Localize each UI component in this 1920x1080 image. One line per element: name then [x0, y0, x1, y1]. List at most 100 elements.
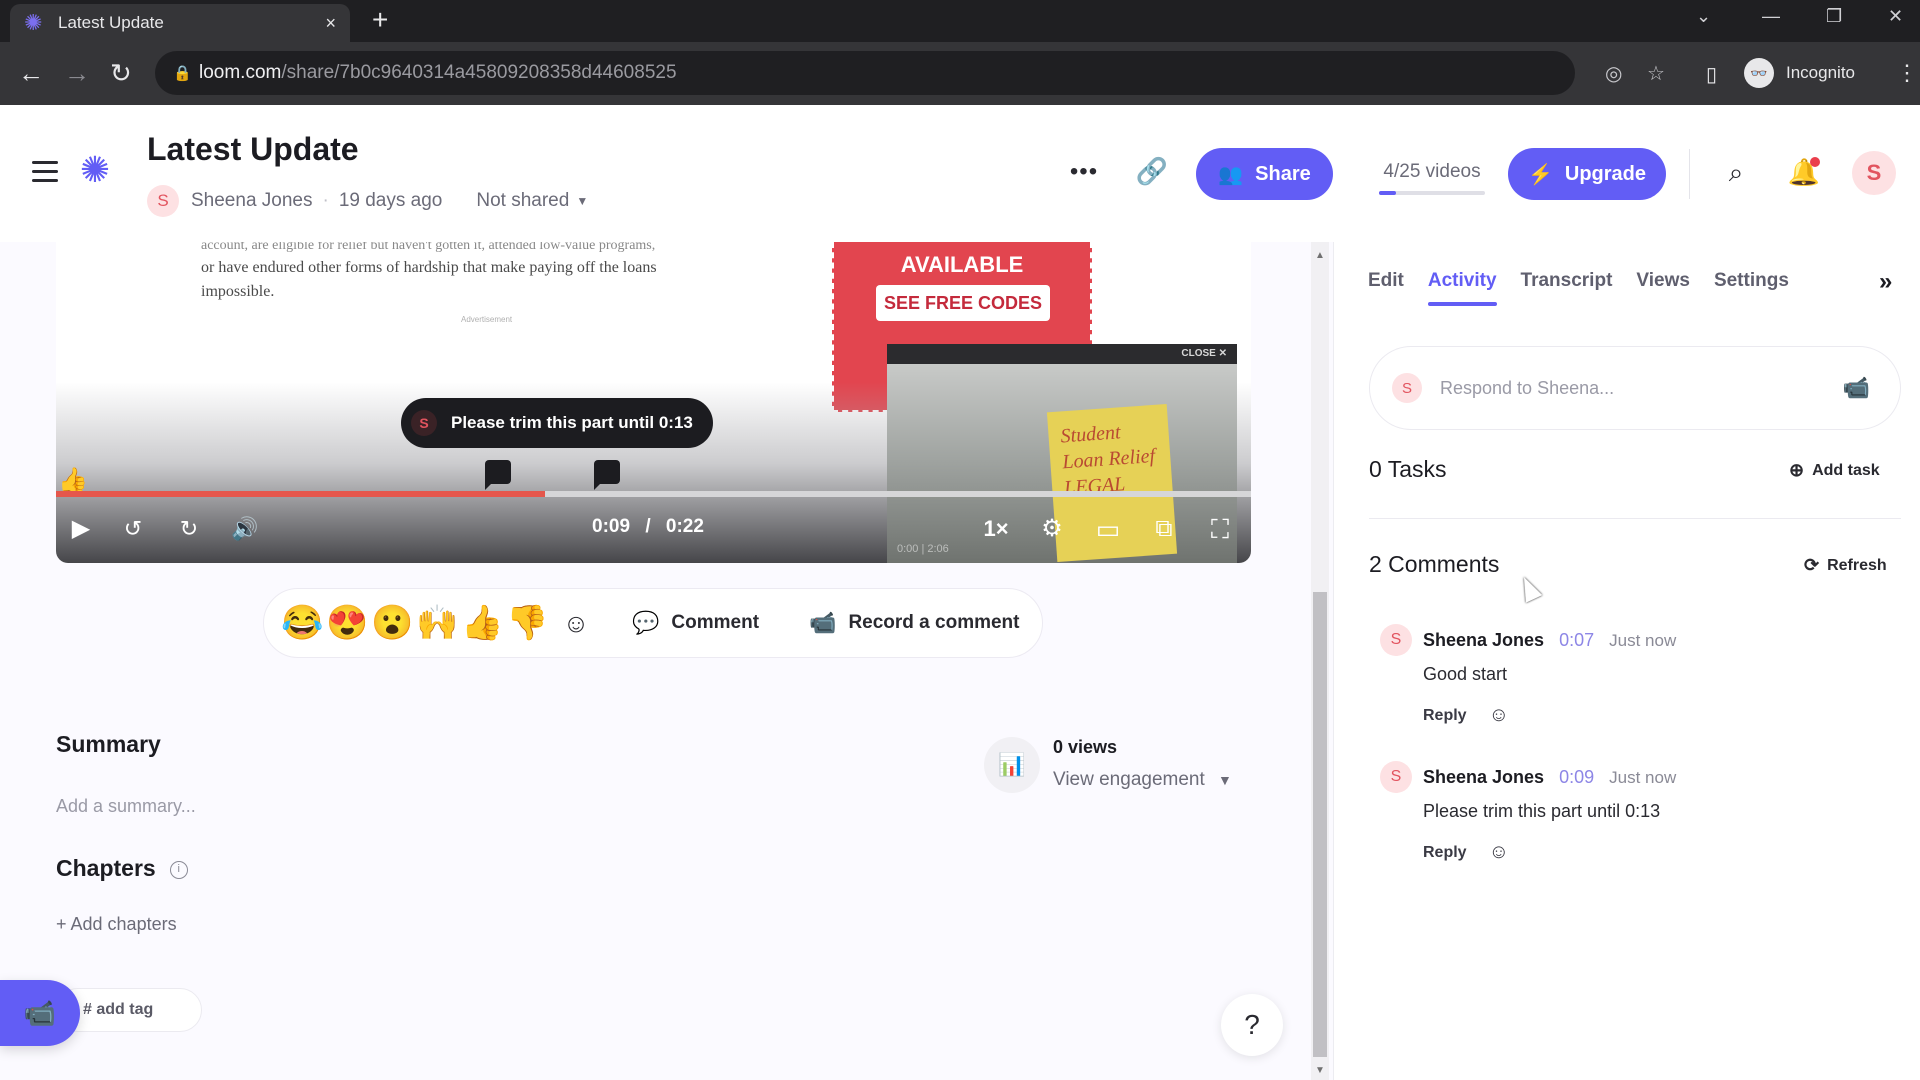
reply-button[interactable]: Reply	[1423, 844, 1467, 862]
tab-transcript[interactable]: Transcript	[1521, 270, 1613, 306]
author-name[interactable]: Sheena Jones	[191, 190, 313, 212]
video-age: 19 days ago	[338, 190, 443, 211]
view-engagement-dropdown[interactable]: View engagement ▼	[1053, 769, 1232, 791]
add-task-button[interactable]: ⊕ Add task	[1789, 460, 1880, 481]
url-host: loom.com	[199, 62, 282, 83]
comment-marker-icon[interactable]	[485, 460, 512, 490]
tab-settings[interactable]: Settings	[1714, 270, 1789, 306]
refresh-button[interactable]: ⟳ Refresh	[1804, 555, 1887, 576]
emoji-thumbs-down-button[interactable]: 👎	[505, 603, 550, 643]
back-icon[interactable]: ←	[18, 58, 44, 88]
emoji-heart-eyes-button[interactable]: 😍	[325, 603, 370, 643]
collapse-panel-icon[interactable]: »	[1879, 268, 1892, 296]
respond-input[interactable]: S Respond to Sheena... 📹	[1369, 346, 1901, 430]
forward-icon[interactable]: →	[64, 58, 90, 88]
emoji-laugh-button[interactable]: 😂	[280, 603, 325, 643]
lock-icon[interactable]: 🔒	[173, 64, 199, 82]
tab-search-icon[interactable]: ⌄	[1696, 6, 1711, 27]
video-quota-label: 4/25 videos	[1383, 161, 1481, 182]
video-quota-bar	[1379, 191, 1485, 195]
copy-link-icon[interactable]: 🔗	[1134, 153, 1170, 189]
tab-views[interactable]: Views	[1636, 270, 1690, 306]
close-tab-icon[interactable]: ×	[325, 13, 336, 34]
add-chapters-link[interactable]: + Add chapters	[56, 914, 177, 935]
lightning-icon: ⚡	[1527, 163, 1553, 186]
comment-author[interactable]: Sheena Jones	[1423, 630, 1544, 650]
video-player[interactable]: account, are eligible for relief but hav…	[56, 242, 1251, 563]
fullscreen-icon[interactable]: ⛶	[1202, 512, 1238, 546]
promo-button: SEE FREE CODES	[876, 285, 1050, 321]
summary-input[interactable]: Add a summary...	[56, 796, 196, 817]
record-reply-icon[interactable]: 📹	[1843, 375, 1870, 401]
reaction-bar: 😂 😍 😮 🙌 👍 👎 ☺ 💬 Comment 📹 Record a comme…	[263, 588, 1043, 658]
respond-avatar: S	[1392, 373, 1422, 403]
record-comment-button[interactable]: 📹 Record a comment	[809, 610, 1019, 636]
record-video-fab[interactable]: 📹	[0, 980, 80, 1046]
emoji-raised-hands-button[interactable]: 🙌	[415, 603, 460, 643]
search-icon[interactable]: ⌕	[1718, 155, 1754, 191]
incognito-label: Incognito	[1786, 63, 1855, 82]
picture-in-picture-icon[interactable]: ⧉	[1146, 512, 1182, 546]
restore-icon[interactable]: ❐	[1826, 6, 1842, 27]
sharing-status-dropdown[interactable]: Not shared ▼	[476, 190, 588, 212]
rewind-5-icon[interactable]: ↺	[116, 512, 150, 546]
window-close-icon[interactable]: ✕	[1888, 6, 1903, 27]
info-icon[interactable]: i	[169, 860, 188, 879]
emoji-thumbs-up-button[interactable]: 👍	[460, 603, 505, 643]
record-comment-label: Record a comment	[848, 612, 1020, 633]
hamburger-menu-icon[interactable]	[32, 161, 58, 183]
bookmark-star-icon[interactable]: ☆	[1647, 61, 1665, 86]
reload-icon[interactable]: ↻	[110, 58, 132, 88]
more-options-button[interactable]: •••	[1066, 157, 1102, 187]
forward-5-icon[interactable]: ↻	[172, 512, 206, 546]
help-button[interactable]: ?	[1221, 994, 1283, 1056]
incognito-profile[interactable]: 👓 Incognito	[1744, 51, 1855, 95]
notifications-bell-icon[interactable]: 🔔	[1786, 153, 1822, 191]
side-panel-icon[interactable]: ▯	[1706, 60, 1717, 90]
video-quota[interactable]: 4/25 videos	[1379, 161, 1485, 195]
playback-speed-button[interactable]: 1×	[976, 512, 1016, 546]
comment-author[interactable]: Sheena Jones	[1423, 767, 1544, 787]
comment-text: Please trim this part until 0:13	[1423, 801, 1661, 821]
current-time: 0:09	[592, 516, 631, 537]
tab-activity[interactable]: Activity	[1427, 270, 1497, 306]
comment-actions: Reply ☺	[1423, 704, 1509, 727]
eye-off-icon[interactable]: ◎	[1605, 61, 1622, 86]
add-reaction-icon[interactable]: ☺	[556, 608, 596, 639]
main-scrollbar[interactable]: ▲ ▼	[1311, 242, 1329, 1080]
tab-edit[interactable]: Edit	[1368, 270, 1404, 306]
loom-logo-icon[interactable]: ✺	[78, 152, 112, 188]
scroll-up-icon[interactable]: ▲	[1311, 250, 1329, 261]
play-icon[interactable]: ▶	[64, 512, 98, 546]
share-button[interactable]: 👥 Share	[1196, 148, 1333, 200]
comment-timestamp-link[interactable]: 0:09	[1559, 767, 1594, 787]
browser-tab-title: Latest Update	[58, 13, 164, 32]
comment-marker-icon[interactable]	[593, 460, 620, 490]
page-title[interactable]: Latest Update	[147, 131, 359, 168]
comment-button[interactable]: 💬 Comment	[632, 610, 759, 636]
bar-chart-icon: 📊	[984, 737, 1040, 793]
upgrade-button[interactable]: ⚡ Upgrade	[1508, 148, 1666, 200]
minimize-icon[interactable]: —	[1762, 6, 1780, 27]
user-avatar[interactable]: S	[1852, 151, 1896, 195]
scroll-down-icon[interactable]: ▼	[1311, 1065, 1329, 1076]
comment-header: Sheena Jones 0:09 Just now	[1423, 767, 1676, 788]
emoji-wow-button[interactable]: 😮	[370, 603, 415, 643]
browser-tab[interactable]: ✺ Latest Update ×	[10, 4, 350, 42]
comment-actions: Reply ☺	[1423, 841, 1509, 864]
add-reaction-icon[interactable]: ☺	[1489, 704, 1509, 727]
reply-button[interactable]: Reply	[1423, 707, 1467, 725]
add-reaction-icon[interactable]: ☺	[1489, 841, 1509, 864]
volume-icon[interactable]: 🔊	[228, 512, 262, 546]
respond-placeholder: Respond to Sheena...	[1440, 377, 1615, 398]
tooltip-text: Please trim this part until 0:13	[451, 413, 693, 432]
scrollbar-thumb[interactable]	[1313, 592, 1327, 1057]
refresh-icon: ⟳	[1804, 555, 1820, 575]
browser-menu-icon[interactable]: ⋮	[1896, 58, 1918, 88]
comment-timestamp-link[interactable]: 0:07	[1559, 630, 1594, 650]
theater-mode-icon[interactable]: ▭	[1090, 512, 1126, 546]
progress-bar[interactable]	[56, 491, 1251, 497]
address-bar[interactable]: 🔒 loom.com/share/7b0c9640314a45809208358…	[155, 51, 1665, 95]
settings-gear-icon[interactable]: ⚙	[1034, 512, 1070, 546]
new-tab-button[interactable]: +	[372, 6, 388, 34]
